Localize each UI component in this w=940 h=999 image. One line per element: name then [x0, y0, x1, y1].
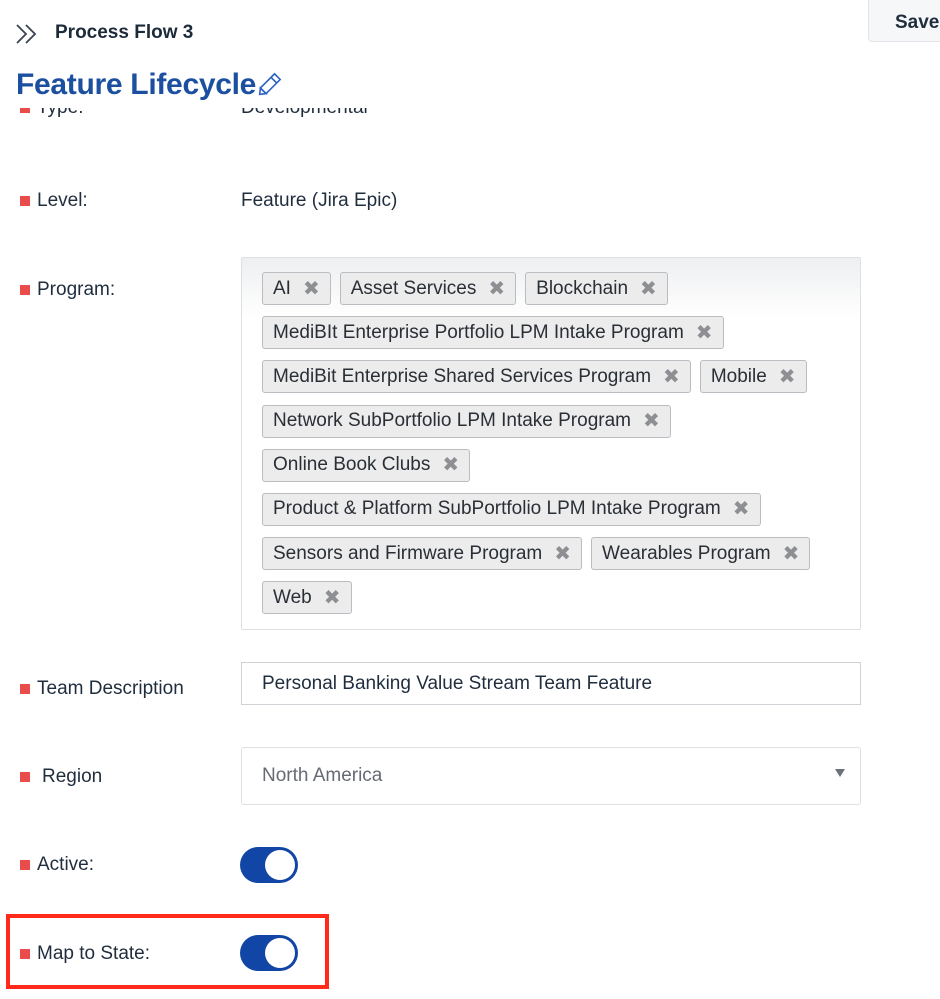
x-icon[interactable]: ✖ [488, 279, 505, 299]
map-to-state-toggle[interactable] [240, 935, 298, 971]
program-tag: Wearables Program ✖ [591, 537, 811, 571]
x-icon[interactable]: ✖ [733, 499, 750, 519]
program-tag: AI ✖ [262, 272, 331, 305]
toggle-knob [265, 850, 295, 880]
program-tag: Sensors and Firmware Program ✖ [262, 537, 583, 571]
level-value: Feature (Jira Epic) [241, 190, 398, 211]
program-tag: Asset Services ✖ [339, 272, 517, 305]
map-to-state-label: Map to State: [37, 943, 151, 964]
x-icon[interactable]: ✖ [783, 544, 800, 564]
double-chevron-right-icon[interactable] [14, 22, 40, 46]
page-title: Feature Lifecycle [16, 68, 257, 101]
required-marker [20, 772, 30, 782]
region-label: Region [42, 766, 103, 787]
save-button[interactable]: Save [868, 0, 940, 42]
required-marker [20, 860, 30, 870]
required-marker [20, 196, 30, 206]
type-value: Developmental [241, 108, 368, 119]
x-icon[interactable]: ✖ [324, 588, 341, 608]
x-icon[interactable]: ✖ [696, 323, 713, 343]
region-select[interactable]: North America [241, 747, 861, 805]
x-icon[interactable]: ✖ [554, 544, 571, 564]
team-description-input[interactable] [241, 662, 861, 705]
caret-down-icon [835, 769, 845, 777]
type-label: Type: [37, 108, 83, 119]
required-marker [20, 684, 30, 694]
program-tag: MediBit Enterprise Shared Services Progr… [262, 360, 691, 394]
active-toggle[interactable] [240, 847, 298, 883]
program-tag: Product & Platform SubPortfolio LPM Inta… [262, 492, 761, 526]
x-icon[interactable]: ✖ [663, 367, 680, 387]
x-icon[interactable]: ✖ [640, 279, 657, 299]
program-tag: MediBIt Enterprise Portfolio LPM Intake … [262, 316, 724, 350]
program-tag: Network SubPortfolio LPM Intake Program ✖ [262, 404, 671, 438]
program-tag: Blockchain ✖ [525, 272, 668, 305]
program-tag: Online Book Clubs ✖ [262, 448, 471, 482]
program-tag: Mobile ✖ [699, 360, 807, 394]
program-tag: Web ✖ [262, 581, 352, 615]
region-selected-value: North America [262, 765, 383, 786]
type-row: Type: Developmental [0, 108, 700, 122]
program-label: Program: [37, 279, 116, 300]
pencil-icon[interactable] [255, 68, 287, 98]
level-label: Level: [37, 190, 88, 211]
toggle-knob [265, 938, 295, 968]
x-icon[interactable]: ✖ [442, 455, 459, 475]
breadcrumb[interactable]: Process Flow 3 [55, 22, 193, 44]
required-marker [20, 108, 30, 113]
x-icon[interactable]: ✖ [643, 411, 660, 431]
program-multiselect[interactable]: AI ✖ Asset Services ✖ Blockchain ✖ MediBIt … [241, 257, 861, 630]
team-description-label: Team Description [37, 678, 184, 699]
x-icon[interactable]: ✖ [303, 279, 320, 299]
required-marker [20, 949, 30, 959]
x-icon[interactable]: ✖ [779, 367, 796, 387]
required-marker [20, 285, 30, 295]
active-label: Active: [37, 854, 95, 875]
